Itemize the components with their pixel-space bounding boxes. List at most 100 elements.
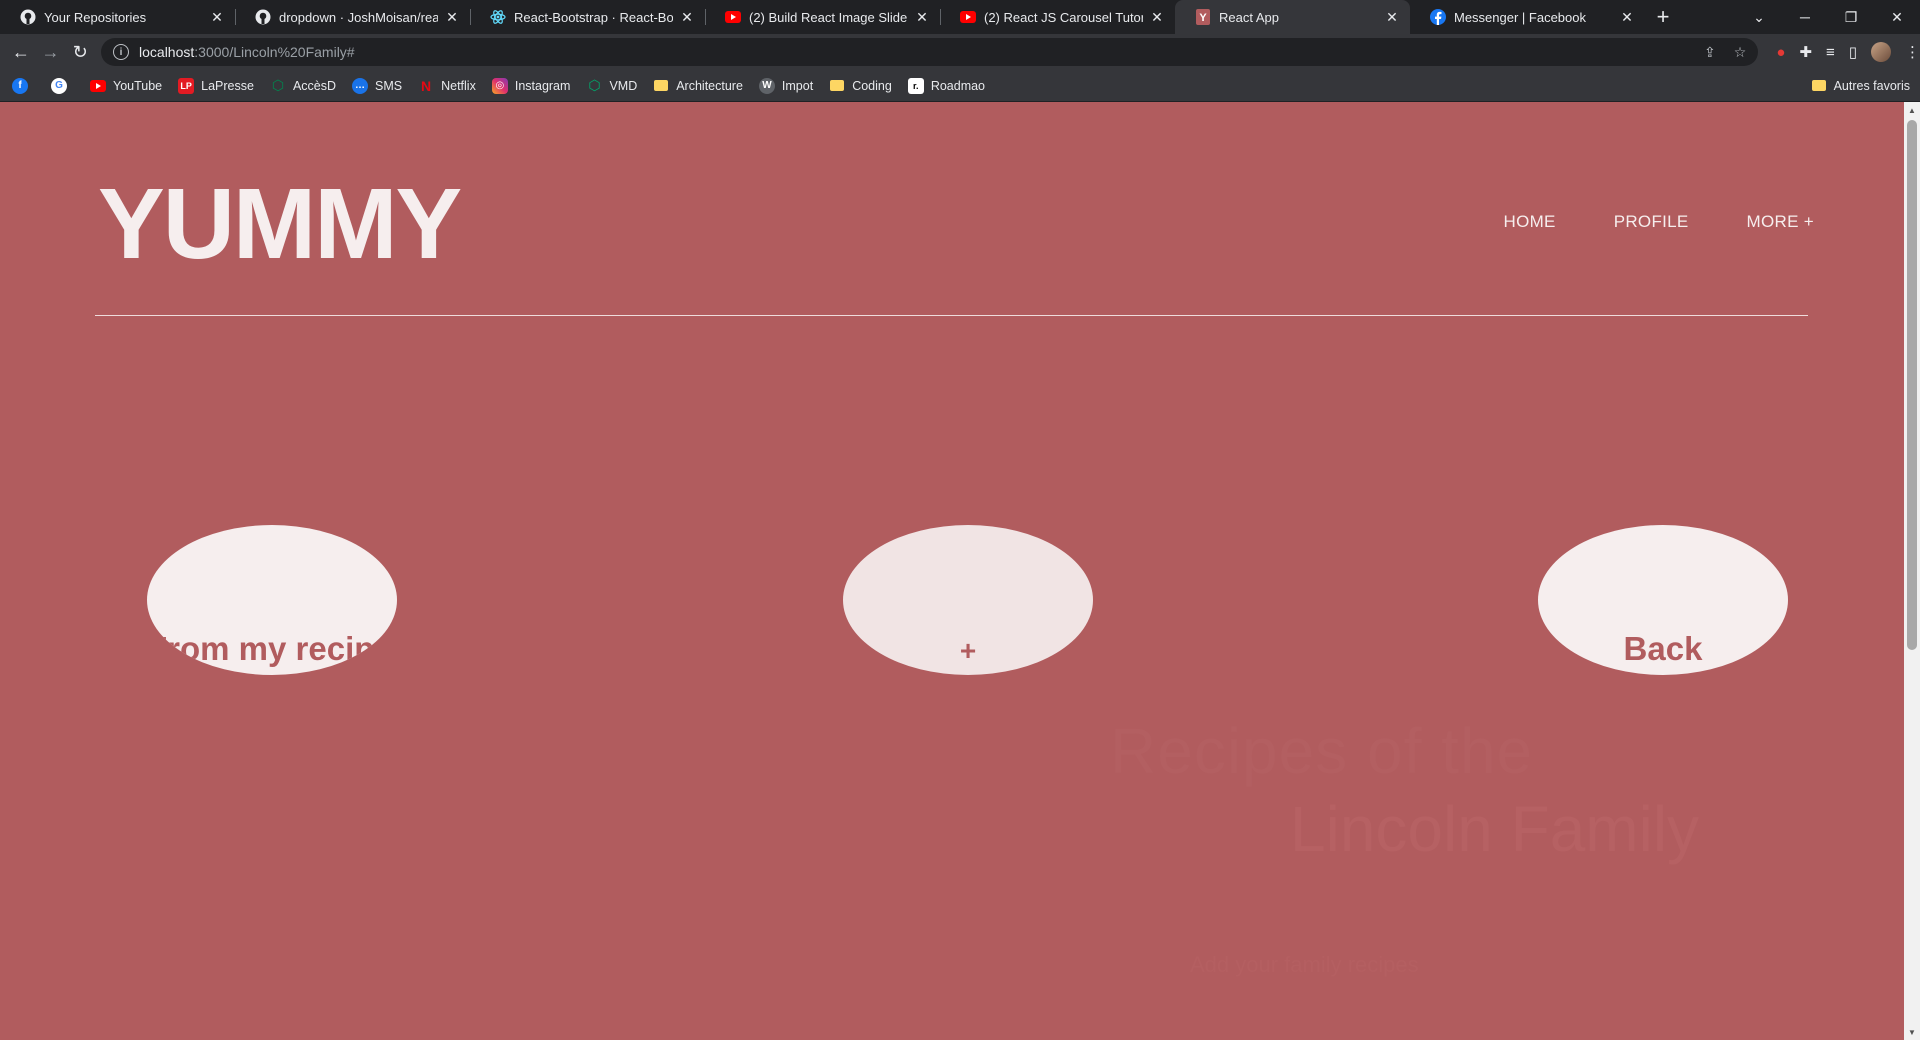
nav-profile-link[interactable]: PROFILE: [1614, 212, 1689, 232]
main-nav: HOME PROFILE MORE +: [1504, 212, 1815, 232]
tab-title: React-Bootstrap · React-Bootstra: [514, 9, 673, 25]
bookmark-coding[interactable]: Coding: [829, 78, 892, 94]
share-icon[interactable]: ⇪: [1704, 44, 1716, 61]
github-icon: [20, 9, 36, 25]
nav-home-link[interactable]: HOME: [1504, 212, 1556, 232]
bookmark-label: LaPresse: [201, 78, 254, 93]
url-path: :3000/Lincoln%20Family#: [194, 44, 355, 60]
tab-title: Your Repositories: [44, 9, 147, 25]
site-logo[interactable]: YUMMY: [98, 174, 462, 274]
youtube-icon: [725, 9, 741, 25]
url-host: localhost: [139, 44, 195, 60]
instagram-icon: ◎: [491, 77, 508, 94]
bookmark-lapresse[interactable]: LP LaPresse: [178, 77, 254, 94]
bookmarks-bar: f G YouTube LP LaPresse ⬡ AccèsD … SMS N…: [0, 70, 1920, 102]
tab-strip: Your Repositories ✕ dropdown · JoshMoisa…: [0, 0, 1920, 34]
tab-search-icon[interactable]: ⌄: [1736, 0, 1782, 34]
tab-title: dropdown · JoshMoisan/react@: [279, 9, 438, 25]
yummy-icon: Y: [1195, 9, 1211, 25]
page-scrollbar[interactable]: ▲ ▼: [1904, 102, 1920, 1040]
side-panel-icon[interactable]: ▯: [1849, 43, 1857, 61]
tab-dropdown[interactable]: dropdown · JoshMoisan/react@ ✕: [235, 0, 470, 34]
adblock-extension-icon[interactable]: ●: [1776, 44, 1785, 61]
extensions-area: ● ✚ ≡ ▯ ⋮: [1776, 42, 1920, 62]
bookmark-facebook[interactable]: f: [12, 77, 35, 94]
scroll-down-arrow-icon[interactable]: ▼: [1904, 1024, 1920, 1040]
window-controls: ⌄ ─ ❐ ✕: [1736, 0, 1920, 34]
close-icon[interactable]: ✕: [679, 9, 695, 26]
tab-title: React App: [1219, 9, 1279, 25]
tab-image-slider[interactable]: (2) Build React Image Slider Fror ✕: [705, 0, 940, 34]
tab-title: (2) React JS Carousel Tutorial - C: [984, 9, 1143, 25]
facebook-icon: f: [12, 77, 28, 94]
folder-icon: [653, 78, 669, 94]
facebook-icon: [1430, 9, 1446, 25]
bookmark-label: Roadmao: [930, 78, 986, 93]
youtube-icon: [90, 78, 106, 94]
add-recipe-button[interactable]: +: [843, 525, 1093, 675]
tab-carousel-tutorial[interactable]: (2) React JS Carousel Tutorial - C ✕: [940, 0, 1175, 34]
back-button-oval[interactable]: Back: [1538, 525, 1788, 675]
back-button[interactable]: ←: [6, 36, 36, 68]
bookmark-accesd[interactable]: ⬡ AccèsD: [270, 77, 337, 94]
lapresse-icon: LP: [178, 77, 195, 94]
close-window-button[interactable]: ✕: [1874, 0, 1920, 34]
netflix-icon: N: [421, 77, 432, 94]
extensions-puzzle-icon[interactable]: ✚: [1799, 43, 1812, 61]
scroll-up-arrow-icon[interactable]: ▲: [1904, 102, 1920, 118]
button-label: Back: [1623, 630, 1703, 667]
other-bookmarks-label: Autres favoris: [1833, 78, 1910, 93]
menu-kebab-icon[interactable]: ⋮: [1905, 43, 1920, 61]
bookmark-sms[interactable]: … SMS: [352, 77, 402, 94]
svg-text:Y: Y: [1199, 12, 1207, 24]
bookmark-impot[interactable]: W Impot: [758, 77, 813, 94]
bookmark-vmd[interactable]: ⬡ VMD: [586, 77, 638, 94]
from-my-recipes-button[interactable]: From my recipes: [147, 525, 397, 675]
vmd-icon: ⬡: [588, 77, 601, 93]
nav-more-link[interactable]: MORE +: [1747, 212, 1814, 232]
bookmark-instagram[interactable]: ◎ Instagram: [491, 77, 570, 94]
bookmark-label: AccèsD: [292, 78, 337, 93]
forward-button[interactable]: →: [36, 36, 66, 68]
button-label: +: [959, 635, 977, 666]
bookmark-label: VMD: [609, 78, 638, 93]
close-icon[interactable]: ✕: [914, 9, 930, 26]
close-icon[interactable]: ✕: [1149, 9, 1165, 26]
page-content: YUMMY HOME PROFILE MORE + Recipes of the…: [0, 102, 1904, 1040]
profile-avatar[interactable]: [1870, 42, 1891, 62]
bookmark-label: Architecture: [676, 78, 743, 93]
media-control-icon[interactable]: ≡: [1826, 44, 1835, 61]
bookmark-architecture[interactable]: Architecture: [653, 78, 743, 94]
header-divider: [95, 315, 1808, 316]
faded-subtitle: Add your family recipes: [1190, 952, 1419, 977]
bookmark-star-icon[interactable]: ☆: [1734, 44, 1747, 61]
browser-toolbar: ← → ↻ i localhost:3000/Lincoln%20Family#…: [0, 34, 1920, 70]
bookmark-label: Netflix: [441, 78, 476, 93]
github-icon: [255, 9, 271, 25]
minimize-button[interactable]: ─: [1782, 0, 1828, 34]
close-icon[interactable]: ✕: [209, 9, 225, 26]
close-icon[interactable]: ✕: [444, 9, 460, 26]
tab-title: (2) Build React Image Slider Fror: [749, 9, 908, 25]
bookmark-label: YouTube: [113, 78, 163, 93]
close-icon[interactable]: ✕: [1384, 9, 1400, 26]
restore-button[interactable]: ❐: [1828, 0, 1874, 34]
close-icon[interactable]: ✕: [1619, 9, 1635, 26]
other-bookmarks[interactable]: Autres favoris: [1811, 78, 1910, 94]
desjardins-icon: ⬡: [271, 77, 285, 93]
site-info-icon[interactable]: i: [113, 44, 130, 60]
bookmark-roadmap[interactable]: r. Roadmao: [907, 77, 986, 94]
scrollbar-thumb[interactable]: [1907, 120, 1917, 650]
bookmark-google[interactable]: G: [51, 77, 74, 94]
button-label: From my recipes: [147, 630, 397, 667]
reload-button[interactable]: ↻: [65, 36, 95, 68]
tab-react-bootstrap[interactable]: React-Bootstrap · React-Bootstra ✕: [470, 0, 705, 34]
bookmark-youtube[interactable]: YouTube: [90, 78, 162, 94]
tab-your-repositories[interactable]: Your Repositories ✕: [0, 0, 235, 34]
address-bar[interactable]: i localhost:3000/Lincoln%20Family# ⇪ ☆: [101, 38, 1759, 66]
new-tab-button[interactable]: +: [1645, 0, 1681, 34]
faded-title-line2: Lincoln Family: [1290, 793, 1700, 865]
tab-react-app[interactable]: Y React App ✕: [1175, 0, 1410, 34]
bookmark-netflix[interactable]: N Netflix: [418, 78, 476, 94]
tab-messenger[interactable]: Messenger | Facebook ✕: [1410, 0, 1645, 34]
